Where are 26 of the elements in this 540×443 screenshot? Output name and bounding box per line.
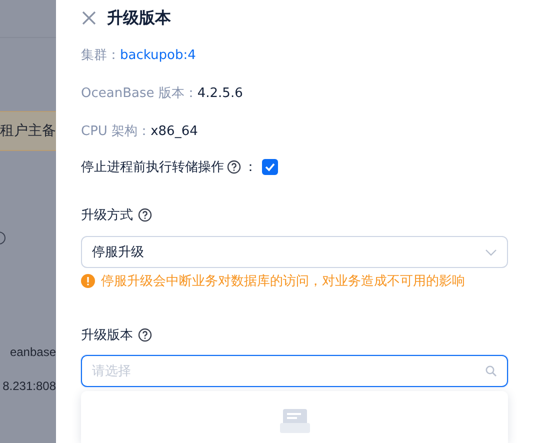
empty-icon	[280, 409, 310, 433]
checkbox[interactable]	[262, 159, 278, 175]
checkbox-label: 停止进程前执行转储操作	[81, 159, 224, 176]
search-icon	[485, 365, 497, 377]
cluster-link[interactable]: backupob:4	[120, 48, 196, 62]
drawer-title: 升级版本	[107, 8, 171, 28]
field-label: 升级版本	[81, 327, 133, 344]
label-colon: ：	[244, 159, 257, 176]
info-value: x86_64	[150, 124, 198, 138]
background-text: 8.231:808	[2, 379, 56, 393]
info-label: CPU 架构：	[81, 123, 151, 140]
version-search-field[interactable]: 请选择	[81, 355, 508, 387]
warning-text: 停服升级会中断业务对数据库的访问，对业务造成不可用的影响	[101, 273, 465, 290]
warning-icon	[81, 274, 95, 288]
field-label: 升级方式	[81, 207, 133, 224]
info-label: 集群：	[81, 47, 120, 64]
help-icon[interactable]	[138, 328, 152, 342]
help-icon[interactable]	[227, 160, 241, 174]
background-tag: 租户主备	[0, 111, 56, 151]
background-text: eanbase	[8, 345, 56, 359]
info-label: OceanBase 版本：	[81, 85, 198, 102]
help-icon[interactable]	[138, 208, 152, 222]
check-icon	[264, 161, 276, 173]
mode-select[interactable]: 停服升级	[81, 236, 508, 268]
info-value: 4.2.5.6	[197, 86, 243, 100]
close-button[interactable]	[81, 10, 97, 26]
